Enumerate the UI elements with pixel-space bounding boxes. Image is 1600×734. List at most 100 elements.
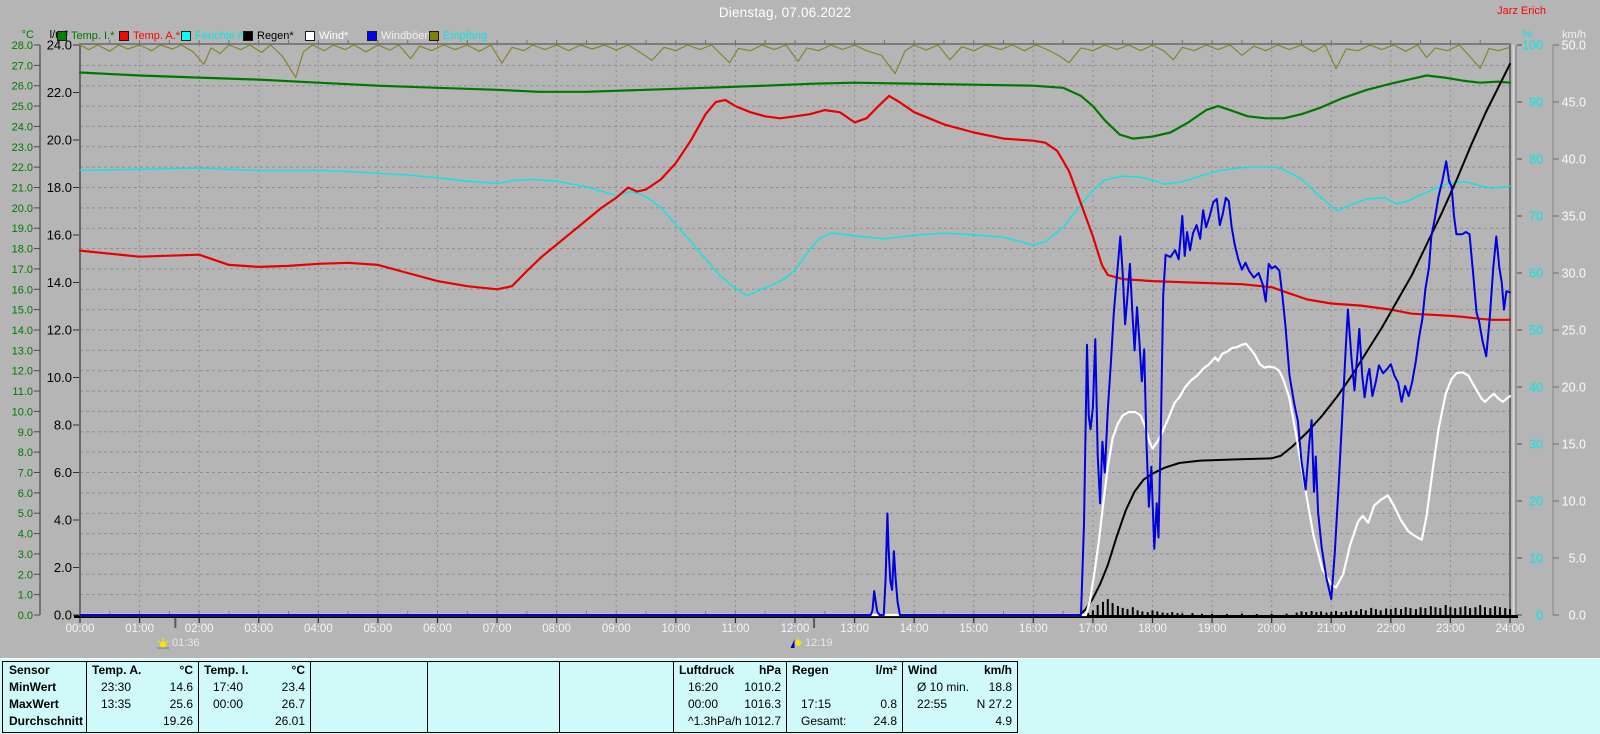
avg-label xyxy=(908,713,917,730)
col-title: Luftdruck xyxy=(679,663,735,677)
sunrise-marker: 01:36 xyxy=(157,637,200,649)
svg-text:0: 0 xyxy=(1536,609,1543,623)
table-col-wind: Wind km/h Ø 10 min. 18.8 22:55 N 27.2 4.9 xyxy=(903,662,1017,732)
max-time: 17:15 xyxy=(801,697,832,711)
svg-text:2.0: 2.0 xyxy=(54,560,72,575)
svg-text:16:00: 16:00 xyxy=(1019,623,1048,635)
col-title: Temp. A. xyxy=(92,663,142,677)
avg10-label: Ø 10 min. xyxy=(917,680,970,694)
svg-text:24:00: 24:00 xyxy=(1496,623,1525,635)
svg-text:30.0: 30.0 xyxy=(1562,267,1586,281)
svg-text:22.0: 22.0 xyxy=(47,85,72,100)
avg10-value: 18.8 xyxy=(988,680,1012,694)
svg-text:22:00: 22:00 xyxy=(1376,623,1405,635)
svg-text:16.0: 16.0 xyxy=(12,284,33,296)
col-unit: °C xyxy=(179,663,193,677)
svg-text:07:00: 07:00 xyxy=(483,623,512,635)
axis-wind-kmh: 0.05.010.015.020.025.030.035.040.045.050… xyxy=(1552,39,1586,623)
svg-text:40.0: 40.0 xyxy=(1562,153,1586,167)
svg-text:10.0: 10.0 xyxy=(12,406,33,418)
regen-swatch-icon xyxy=(243,31,253,41)
svg-text:27.0: 27.0 xyxy=(12,60,33,72)
sunrise-icon xyxy=(157,638,169,649)
svg-text:6.0: 6.0 xyxy=(18,488,33,500)
svg-text:80: 80 xyxy=(1529,153,1543,167)
svg-text:17.0: 17.0 xyxy=(12,264,33,276)
svg-text:10.0: 10.0 xyxy=(1562,495,1586,509)
min-time xyxy=(792,679,801,696)
sun-noon-marker: 12:19 xyxy=(789,637,833,649)
table-col-empty-1 xyxy=(311,662,428,732)
svg-text:18:00: 18:00 xyxy=(1138,623,1167,635)
weather-app-window: { "header": { "title": "Dienstag, 07.06.… xyxy=(0,0,1600,734)
temp-i-swatch-icon xyxy=(57,31,67,41)
min-value: 1010.2 xyxy=(744,680,781,694)
temp-a-swatch-icon xyxy=(119,31,129,41)
row-label-durchschnitt: Durchschnitt xyxy=(9,714,84,728)
svg-text:03:00: 03:00 xyxy=(244,623,273,635)
summary-strip: Sensor MinWert MaxWert Durchschnitt Temp… xyxy=(0,658,1600,734)
legend-item-temp-a: Temp. A.* xyxy=(119,30,180,42)
svg-text:15.0: 15.0 xyxy=(1562,438,1586,452)
svg-text:14.0: 14.0 xyxy=(47,275,72,290)
svg-text:14:00: 14:00 xyxy=(900,623,929,635)
weather-chart: 0.0 1.0 2.0 3.0 4.0 5.0 6.0 7.0 8.0 9.0 10.0 11.0 12… xyxy=(12,38,1586,636)
svg-text:15:00: 15:00 xyxy=(959,623,988,635)
avg-value: 4.9 xyxy=(995,714,1012,728)
svg-text:25.0: 25.0 xyxy=(1562,324,1586,338)
svg-text:20:00: 20:00 xyxy=(1257,623,1286,635)
min-value: 14.6 xyxy=(169,680,193,694)
svg-text:22.0: 22.0 xyxy=(12,162,33,174)
axis-humidity-pct: 0102030405060708090100 xyxy=(1517,39,1543,623)
col-unit: km/h xyxy=(983,663,1012,677)
svg-text:8.0: 8.0 xyxy=(18,447,33,459)
svg-text:4.0: 4.0 xyxy=(18,529,33,541)
max-value: 0.8 xyxy=(880,697,897,711)
svg-text:12:00: 12:00 xyxy=(781,623,810,635)
row-label-maxwert: MaxWert xyxy=(9,697,59,711)
min-time: 23:30 xyxy=(101,680,132,694)
svg-text:28.0: 28.0 xyxy=(12,40,33,52)
table-col-empty-2 xyxy=(428,662,560,732)
svg-text:12.0: 12.0 xyxy=(12,366,33,378)
min-value: 23.4 xyxy=(281,680,305,694)
series-regen-bars xyxy=(1087,599,1511,616)
svg-text:35.0: 35.0 xyxy=(1562,210,1586,224)
windboeen-swatch-icon xyxy=(367,31,377,41)
avg-value: 19.26 xyxy=(162,714,193,728)
svg-text:30: 30 xyxy=(1529,438,1543,452)
svg-text:18.0: 18.0 xyxy=(47,180,72,195)
svg-text:12.0: 12.0 xyxy=(47,323,72,338)
chart-gridlines xyxy=(80,45,1510,615)
max-value: 26.7 xyxy=(281,697,305,711)
avg-value: 26.01 xyxy=(274,714,305,728)
svg-text:14.0: 14.0 xyxy=(12,325,33,337)
svg-text:8.0: 8.0 xyxy=(54,418,72,433)
svg-text:90: 90 xyxy=(1529,96,1543,110)
legend-label: Regen* xyxy=(257,30,294,42)
col-unit: l/m² xyxy=(875,663,897,677)
max-value: 25.6 xyxy=(169,697,193,711)
max-time: 00:00 xyxy=(213,697,244,711)
svg-text:0.0: 0.0 xyxy=(18,610,33,622)
legend-label: Wind* xyxy=(319,30,349,42)
svg-text:09:00: 09:00 xyxy=(602,623,631,635)
svg-text:08:00: 08:00 xyxy=(542,623,571,635)
svg-text:45.0: 45.0 xyxy=(1562,96,1586,110)
svg-text:13.0: 13.0 xyxy=(12,345,33,357)
svg-text:19.0: 19.0 xyxy=(12,223,33,235)
legend-item-regen: Regen* xyxy=(243,30,294,42)
svg-text:50: 50 xyxy=(1529,324,1543,338)
svg-text:23:00: 23:00 xyxy=(1436,623,1465,635)
table-col-temp-a: Temp. A. °C 23:30 14.6 13:35 25.6 19.26 xyxy=(87,662,199,732)
legend-item-temp-i: Temp. I.* xyxy=(57,30,114,42)
svg-text:18.0: 18.0 xyxy=(12,244,33,256)
wind-swatch-icon xyxy=(305,31,315,41)
svg-text:04:00: 04:00 xyxy=(304,623,333,635)
max-time: 00:00 xyxy=(688,697,719,711)
legend-item-feuchte: Feuchte A.* xyxy=(181,30,252,42)
avg-value: 1012.7 xyxy=(744,714,781,728)
axis-unit-temp: °C xyxy=(21,29,34,41)
svg-text:10: 10 xyxy=(1529,552,1543,566)
svg-text:1.0: 1.0 xyxy=(18,590,33,602)
